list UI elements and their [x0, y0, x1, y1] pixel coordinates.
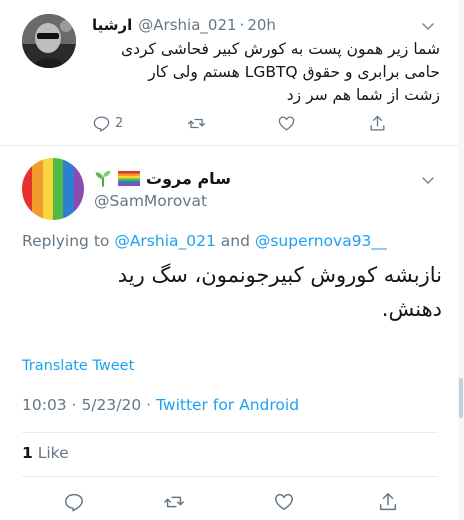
replying-conjunction: and [215, 232, 255, 250]
name-row[interactable]: سام مروت [94, 166, 231, 190]
tweet-text-line: شما زیر همون پست به کورش کبیر فحاشی کردی [120, 40, 440, 58]
reply-count: 2 [115, 116, 124, 131]
retweet-button[interactable] [162, 490, 186, 514]
reply-tweet[interactable]: ارشیا @Arshia_021 · 20h شما زیر همون پست… [0, 0, 458, 146]
display-name[interactable]: ارشیا [92, 16, 132, 34]
share-icon [379, 493, 397, 511]
avatar-stripe [42, 158, 53, 220]
reply-button[interactable] [62, 490, 86, 514]
replying-to: Replying to @Arshia_021 and @supernova93… [22, 232, 387, 250]
avatar-arshia[interactable] [22, 14, 76, 68]
tweet-text: نازبشه کوروش کبیرجونمون، سگ رید دهنش. [22, 258, 442, 326]
chevron-down-icon[interactable] [420, 172, 436, 188]
reply-button[interactable]: 2 [92, 114, 123, 133]
share-button[interactable] [368, 114, 387, 133]
mention-link[interactable]: @Arshia_021 [114, 232, 216, 250]
retweet-icon [164, 496, 184, 508]
separator: · [239, 16, 245, 34]
retweet-button[interactable] [187, 114, 206, 133]
avatar-stripe [32, 158, 43, 220]
scrollbar[interactable] [458, 0, 464, 520]
meta-separator: · [141, 396, 156, 414]
avatar-sam[interactable] [22, 158, 84, 220]
like-icon [275, 493, 293, 511]
tweet-meta: 10:03 · 5/23/20 · Twitter for Android [22, 396, 299, 414]
seedling-icon [95, 170, 111, 187]
replying-prefix: Replying to [22, 232, 115, 250]
handle[interactable]: @Arshia_021 [138, 16, 236, 34]
reply-header: ارشیا @Arshia_021 · 20h [92, 14, 422, 36]
avatar-stripe [63, 158, 74, 220]
reply-icon [93, 116, 110, 132]
avatar-photo [22, 14, 76, 68]
tweet-timestamp[interactable]: 10:03 · 5/23/20 [22, 396, 141, 414]
tweet-text-line: دهنش. [381, 297, 442, 321]
share-button[interactable] [376, 490, 400, 514]
rainbow-flag-icon [118, 170, 140, 186]
scrollbar-thumb[interactable] [459, 378, 463, 418]
reply-icon [65, 493, 83, 512]
tweet-actions [0, 490, 458, 514]
like-button[interactable] [277, 114, 296, 133]
divider [22, 476, 438, 477]
like-icon [278, 116, 295, 131]
divider [22, 432, 438, 433]
likes-count[interactable]: 1 Like [22, 444, 69, 462]
like-button[interactable] [272, 490, 296, 514]
chevron-down-icon[interactable] [420, 18, 436, 34]
tweet-text-line: حامی برابری و حقوق LGBTQ هستم ولی کار [148, 63, 440, 81]
share-icon [370, 115, 385, 131]
display-name[interactable]: سام مروت [146, 169, 231, 188]
like-count: 1 [22, 444, 33, 462]
translate-tweet-link[interactable]: Translate Tweet [22, 358, 134, 374]
timestamp[interactable]: 20h [247, 16, 276, 34]
tweet-text-line: زشت از شما هم سر زد [286, 86, 440, 104]
tweet-actions: 2 [92, 114, 392, 136]
main-tweet: سام مروت @SamMorovat Replying to @Arshia… [0, 146, 458, 520]
like-label: Like [32, 444, 69, 462]
avatar-stripe [73, 158, 84, 220]
tweet-source-link[interactable]: Twitter for Android [156, 396, 299, 414]
mention-link[interactable]: @supernova93__ [255, 232, 387, 250]
handle[interactable]: @SamMorovat [94, 192, 207, 210]
tweet-text-line: نازبشه کوروش کبیرجونمون، سگ رید [117, 263, 442, 287]
tweet-text: شما زیر همون پست به کورش کبیر فحاشی کردی… [92, 38, 440, 107]
avatar-stripe [52, 158, 64, 220]
avatar-stripe [22, 158, 33, 220]
retweet-icon [187, 118, 206, 129]
